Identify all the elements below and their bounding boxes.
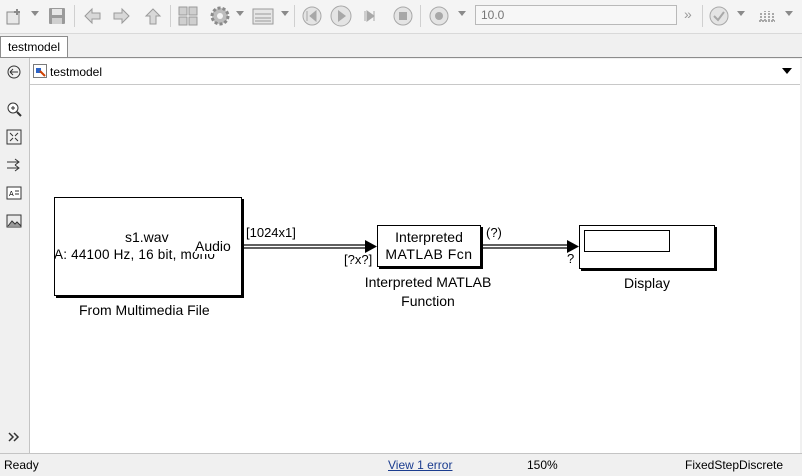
- toolbar-separator: [702, 5, 703, 27]
- interp-block-line1: Interpreted: [395, 229, 463, 245]
- display-readout: [584, 230, 670, 252]
- step-back-icon[interactable]: [299, 3, 325, 29]
- status-bar: Ready View 1 error 150% FixedStepDiscret…: [0, 453, 802, 476]
- toolbar-separator: [170, 5, 171, 27]
- explorer-dropdown-icon[interactable]: [281, 11, 289, 16]
- from-file-format: A: 44100 Hz, 16 bit, mono: [54, 247, 216, 262]
- run-icon[interactable]: [328, 3, 354, 29]
- stop-time-value: 10.0: [481, 8, 505, 22]
- build-icon[interactable]: [754, 3, 780, 29]
- tab-label: testmodel: [7, 40, 61, 54]
- library-icon[interactable]: [175, 3, 201, 29]
- stop-time-field[interactable]: 10.0: [475, 5, 677, 25]
- more-chevron-label: »: [684, 6, 692, 22]
- stop-icon[interactable]: [390, 3, 416, 29]
- path-dropdown-icon[interactable]: [782, 68, 792, 74]
- build-dropdown-icon[interactable]: [785, 11, 793, 16]
- check-icon[interactable]: [706, 3, 732, 29]
- from-file-caption: From Multimedia File: [79, 302, 210, 318]
- from-file-filename: s1.wav: [125, 229, 169, 245]
- interp-caption-line1: Interpreted MATLAB: [364, 274, 492, 290]
- input-dims-label: [?x?]: [344, 252, 373, 267]
- settings-dropdown-icon[interactable]: [236, 11, 244, 16]
- model-path-bar[interactable]: testmodel: [30, 59, 800, 85]
- up-icon[interactable]: [140, 3, 166, 29]
- new-model-dropdown-icon[interactable]: [31, 11, 39, 16]
- check-dropdown-icon[interactable]: [737, 11, 745, 16]
- left-tool-strip: A: [0, 58, 30, 453]
- tab-testmodel[interactable]: testmodel: [0, 36, 68, 57]
- more-chevron-icon[interactable]: »: [684, 6, 692, 22]
- toolbar: 10.0 »: [0, 0, 802, 34]
- save-icon[interactable]: [44, 3, 70, 29]
- solver-type: FixedStepDiscrete: [685, 458, 784, 472]
- model-icon: [33, 64, 47, 78]
- explorer-icon[interactable]: [250, 3, 276, 29]
- record-icon[interactable]: [426, 3, 452, 29]
- zoom-level: 150%: [527, 458, 558, 472]
- new-model-icon[interactable]: [2, 3, 28, 29]
- settings-gear-icon[interactable]: [207, 3, 233, 29]
- record-dropdown-icon[interactable]: [458, 11, 466, 16]
- zoom-icon[interactable]: [5, 100, 23, 118]
- signal-arrows-icon[interactable]: [5, 156, 23, 174]
- tab-bar: testmodel: [0, 34, 802, 58]
- interp-block-line2: MATLAB Fcn: [385, 246, 473, 262]
- toolbar-separator: [420, 5, 421, 27]
- interp-caption-line2: Function: [401, 293, 455, 309]
- model-canvas[interactable]: s1.wav A: 44100 Hz, 16 bit, mono Audio F…: [30, 85, 800, 453]
- annotation-icon[interactable]: A: [5, 184, 23, 202]
- hide-browser-icon[interactable]: [5, 63, 23, 81]
- status-state: Ready: [4, 458, 39, 472]
- display-input-dims: ?: [567, 251, 575, 266]
- view-error-link[interactable]: View 1 error: [388, 458, 452, 472]
- expand-chevron-icon[interactable]: [5, 428, 23, 446]
- model-path-label: testmodel: [50, 65, 103, 79]
- signal-dims-label: [1024x1]: [246, 225, 296, 240]
- step-forward-icon[interactable]: [358, 3, 384, 29]
- forward-icon[interactable]: [108, 3, 134, 29]
- toolbar-separator: [294, 5, 295, 27]
- fit-to-view-icon[interactable]: [5, 128, 23, 146]
- image-icon[interactable]: [5, 212, 23, 230]
- toolbar-separator: [74, 5, 75, 27]
- display-caption: Display: [624, 275, 670, 291]
- svg-text:A: A: [9, 191, 14, 198]
- from-file-port-label: Audio: [195, 238, 231, 254]
- back-icon[interactable]: [80, 3, 106, 29]
